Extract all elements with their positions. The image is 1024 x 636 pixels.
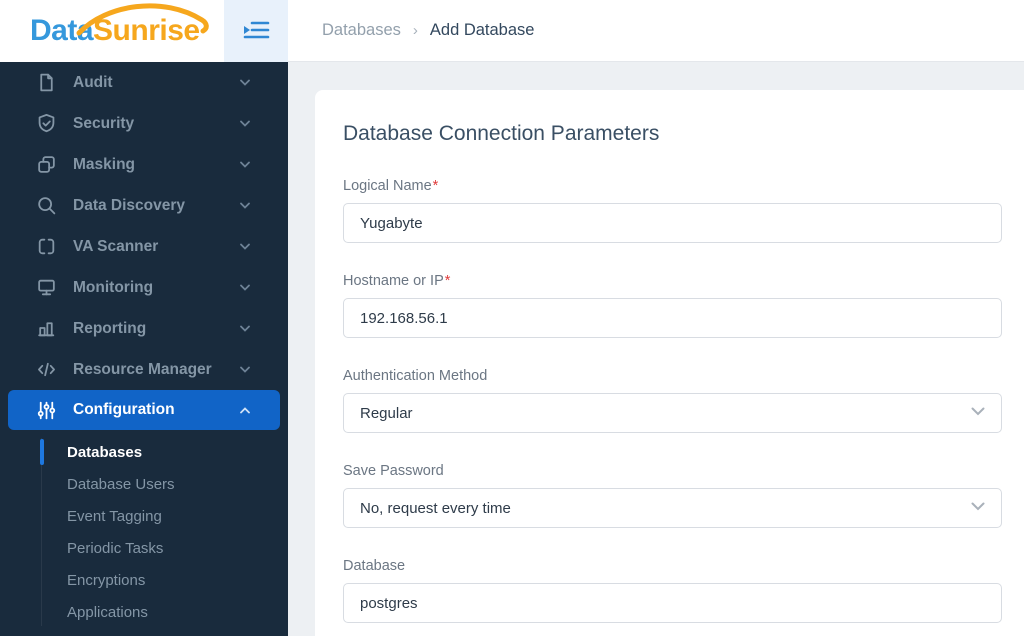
search-icon	[36, 195, 57, 216]
sidebar-item-label: VA Scanner	[73, 237, 159, 255]
chevron-down-icon	[240, 366, 250, 373]
chevron-down-icon	[240, 120, 250, 127]
sun-arc-icon	[76, 3, 209, 36]
bar-chart-icon	[36, 318, 57, 339]
subitem-label: Encryptions	[67, 571, 146, 589]
sidebar-item-resource-manager[interactable]: Resource Manager	[0, 349, 288, 390]
field-label: Authentication Method	[343, 368, 488, 384]
field-group-hostname: Hostname or IP*	[343, 273, 1002, 338]
sidebar-item-data-discovery[interactable]: Data Discovery	[0, 185, 288, 226]
sidebar-subitem-encryptions[interactable]: Encryptions	[0, 564, 288, 596]
add-database-form-card: Database Connection Parameters Logical N…	[315, 90, 1024, 636]
sidebar-item-label: Reporting	[73, 319, 147, 337]
code-icon	[36, 359, 57, 380]
field-group-authentication-method: Authentication Method Regular	[343, 368, 1002, 433]
sidebar-item-label: Masking	[73, 155, 136, 173]
sidebar-item-audit[interactable]: Audit	[0, 62, 288, 103]
sidebar-item-security[interactable]: Security	[0, 103, 288, 144]
chevron-down-icon	[971, 407, 985, 416]
sidebar-collapse-button[interactable]	[224, 0, 288, 62]
selected-value: No, request every time	[360, 499, 511, 517]
sidebar-item-masking[interactable]: Masking	[0, 144, 288, 185]
breadcrumb-current-page: Add Database	[429, 21, 535, 39]
sidebar-item-label: Security	[73, 114, 135, 132]
field-group-database: Database	[343, 558, 1002, 623]
breadcrumb-separator: ›	[412, 22, 418, 39]
sidebar-item-label: Monitoring	[73, 278, 154, 296]
subitem-label: Periodic Tasks	[67, 539, 164, 557]
field-label: Logical Name*	[343, 178, 439, 194]
breadcrumb: Databases › Add Database	[288, 0, 1024, 62]
field-group-save-password: Save Password No, request every time	[343, 463, 1002, 528]
main-content: Database Connection Parameters Logical N…	[288, 62, 1024, 636]
sidebar-subitem-event-tagging[interactable]: Event Tagging	[0, 500, 288, 532]
collapse-sidebar-icon	[243, 21, 270, 39]
scan-frame-icon	[36, 236, 57, 257]
sidebar-item-configuration[interactable]: Configuration	[8, 390, 280, 430]
page-title: Database Connection Parameters	[343, 122, 660, 145]
app-header: DataSunrise Databases › Add Database	[0, 0, 1024, 62]
required-asterisk: *	[432, 178, 439, 194]
sidebar-subitem-applications[interactable]: Applications	[0, 596, 288, 628]
subitem-label: Database Users	[67, 475, 175, 493]
selected-value: Regular	[360, 404, 413, 422]
sidebar-item-va-scanner[interactable]: VA Scanner	[0, 226, 288, 267]
subitem-label: Databases	[67, 443, 143, 461]
sidebar-item-label: Configuration	[73, 401, 175, 418]
chevron-down-icon	[240, 202, 250, 209]
field-group-logical-name: Logical Name*	[343, 178, 1002, 243]
sliders-icon	[36, 400, 57, 421]
sidebar-subitem-databases[interactable]: Databases	[0, 436, 288, 468]
chevron-down-icon	[240, 243, 250, 250]
database-input[interactable]	[343, 583, 1002, 623]
app-logo: DataSunrise	[0, 0, 224, 62]
field-label: Save Password	[343, 463, 444, 479]
sidebar-item-label: Data Discovery	[73, 196, 186, 214]
save-password-select[interactable]: No, request every time	[343, 488, 1002, 528]
copy-icon	[36, 154, 57, 175]
field-label: Hostname or IP*	[343, 273, 451, 289]
logical-name-input[interactable]	[343, 203, 1002, 243]
sidebar-item-monitoring[interactable]: Monitoring	[0, 267, 288, 308]
sidebar-nav: Audit Security Masking Data Discovery VA…	[0, 62, 288, 636]
subitem-label: Applications	[67, 603, 148, 621]
authentication-method-select[interactable]: Regular	[343, 393, 1002, 433]
sidebar-item-label: Resource Manager	[73, 360, 212, 378]
sidebar-subitem-database-users[interactable]: Database Users	[0, 468, 288, 500]
chevron-down-icon	[240, 325, 250, 332]
field-label: Database	[343, 558, 406, 574]
chevron-down-icon	[240, 284, 250, 291]
breadcrumb-databases-link[interactable]: Databases	[322, 21, 401, 40]
monitor-icon	[36, 277, 57, 298]
sidebar-item-reporting[interactable]: Reporting	[0, 308, 288, 349]
sidebar-item-label: Audit	[73, 73, 113, 91]
chevron-up-icon	[240, 406, 250, 414]
sidebar-subitem-periodic-tasks[interactable]: Periodic Tasks	[0, 532, 288, 564]
configuration-submenu: Databases Database Users Event Tagging P…	[0, 436, 288, 628]
shield-check-icon	[36, 113, 57, 134]
document-icon	[36, 72, 57, 93]
subitem-label: Event Tagging	[67, 507, 162, 525]
hostname-input[interactable]	[343, 298, 1002, 338]
required-asterisk: *	[444, 273, 451, 289]
chevron-down-icon	[240, 161, 250, 168]
chevron-down-icon	[971, 502, 985, 511]
chevron-down-icon	[240, 79, 250, 86]
